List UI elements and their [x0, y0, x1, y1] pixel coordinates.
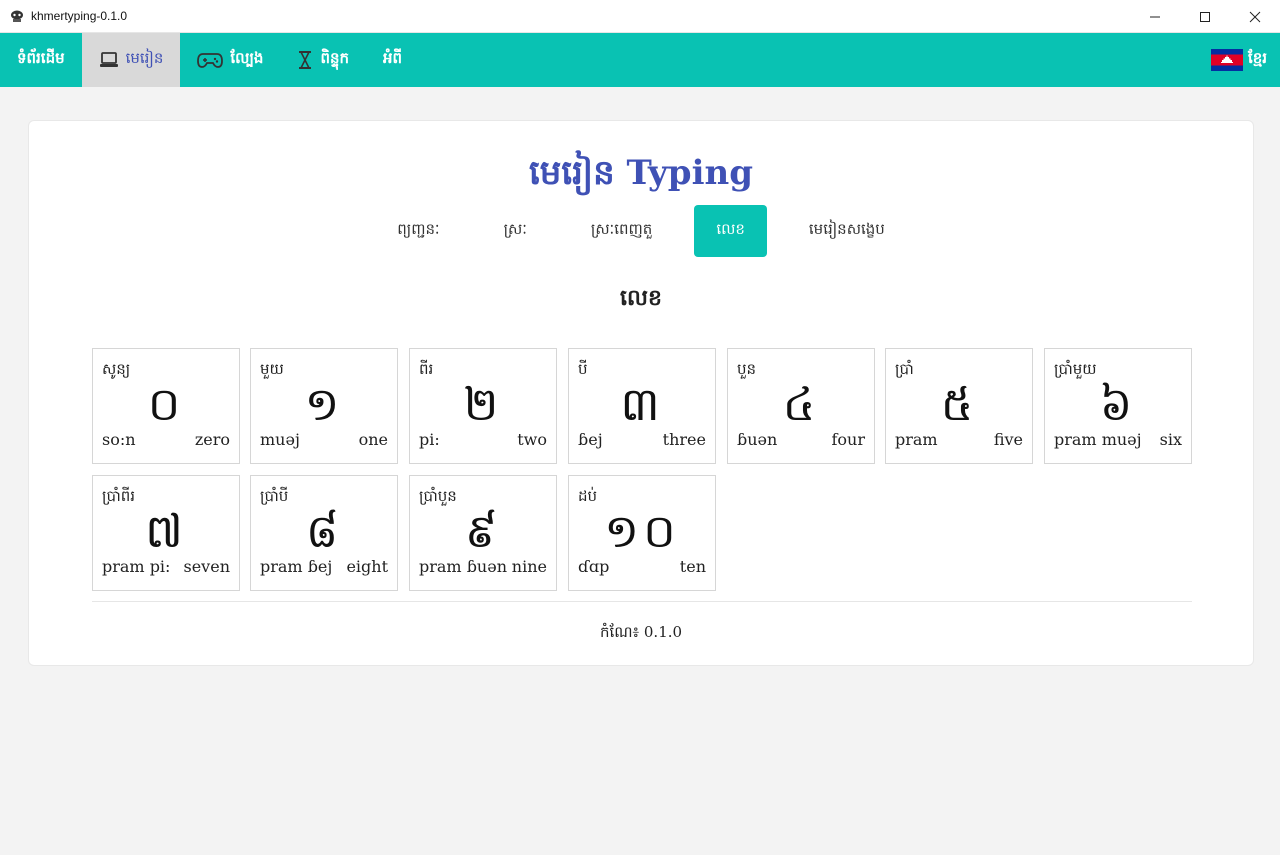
number-card[interactable]: បី ៣ ɓej three: [568, 348, 716, 464]
english-word: nine: [511, 557, 547, 576]
romanization: pram ɓej: [260, 557, 333, 576]
tab-numbers[interactable]: លេខ: [694, 205, 767, 257]
nav-item-home[interactable]: ទំព័រដើម: [0, 33, 82, 87]
english-word: zero: [194, 430, 230, 449]
romanization: ɗɑp: [578, 557, 610, 576]
window-titlebar: khmertyping-0.1.0: [0, 0, 1280, 33]
nav-item-about[interactable]: អំពី: [366, 33, 419, 87]
khmer-digit: ៩: [464, 504, 502, 558]
nav-item-label: ល្បែង: [230, 49, 264, 67]
khmer-digit: ១០: [604, 504, 680, 558]
nav-item-games[interactable]: ល្បែង: [180, 33, 280, 87]
close-icon: [1249, 11, 1261, 22]
tab-consonants[interactable]: ព្យញ្ជនៈ: [375, 205, 461, 257]
page-title: មេរៀន Typing: [528, 153, 753, 193]
number-card[interactable]: មួយ ១ muəj one: [250, 348, 398, 464]
romanization: ɓej: [578, 430, 603, 449]
khmer-digit: ០: [147, 377, 185, 431]
number-card[interactable]: ប្រាំមួយ ៦ pram muəj six: [1044, 348, 1192, 464]
number-card[interactable]: ពីរ ២ pi: two: [409, 348, 557, 464]
number-card[interactable]: ប្រាំបី ៨ pram ɓej eight: [250, 475, 398, 591]
english-word: five: [993, 430, 1023, 449]
english-word: four: [831, 430, 865, 449]
english-word: ten: [679, 557, 706, 576]
khmer-digit: ៣: [620, 377, 664, 431]
nav-item-label: មេរៀន: [125, 49, 164, 67]
main-navbar: ទំព័រដើម មេរៀន ល្បែង ពិន្ទុក អំពី ខ្មែរ: [0, 33, 1280, 87]
khmer-digit: ៥: [940, 377, 978, 431]
minimize-icon: [1150, 16, 1160, 17]
version-label: កំណែ៖ 0.1.0: [599, 623, 683, 641]
cambodia-flag-icon: [1210, 49, 1243, 71]
tab-independent-vowels[interactable]: ស្រៈពេញតួ: [569, 205, 674, 257]
khmer-digit: ៧: [145, 504, 187, 558]
english-word: three: [662, 430, 706, 449]
romanization: pram ɓuən: [419, 557, 508, 576]
nav-item-label: ពិន្ទុក: [320, 49, 350, 67]
romanization: pi:: [419, 430, 440, 449]
lesson-tabs: ព្យញ្ជនៈ ស្រៈ ស្រៈពេញតួ លេខ មេរៀនសង្ខេប: [29, 205, 1253, 257]
window-title: khmertyping-0.1.0: [31, 9, 128, 23]
language-label: ខ្មែរ: [1247, 49, 1267, 67]
lesson-card: មេរៀន Typing ព្យញ្ជនៈ ស្រៈ ស្រៈពេញតួ លេខ…: [28, 120, 1254, 666]
romanization: ɓuən: [737, 430, 778, 449]
app-logo-icon: [10, 9, 24, 23]
number-card[interactable]: ប្រាំបួន ៩ pram ɓuən nine: [409, 475, 557, 591]
minimize-button[interactable]: [1130, 0, 1180, 33]
nav-item-label: អំពី: [383, 49, 403, 67]
khmer-digit: ៤: [782, 377, 820, 431]
hourglass-icon: [297, 50, 313, 70]
number-card[interactable]: ប្រាំពីរ ៧ pram pi: seven: [92, 475, 240, 591]
laptop-icon: [99, 51, 119, 69]
language-switcher[interactable]: ខ្មែរ: [1210, 33, 1267, 87]
number-card[interactable]: ដប់ ១០ ɗɑp ten: [568, 475, 716, 591]
romanization: pram pi:: [102, 557, 171, 576]
romanization: so:n: [102, 430, 136, 449]
english-word: seven: [183, 557, 231, 576]
romanization: pram muəj: [1054, 430, 1142, 449]
nav-item-lessons[interactable]: មេរៀន: [81, 33, 181, 87]
section-title: លេខ: [620, 285, 662, 311]
english-word: two: [517, 430, 547, 449]
divider: [92, 601, 1192, 602]
khmer-digit: ៨: [305, 504, 343, 558]
close-button[interactable]: [1230, 0, 1280, 33]
romanization: pram: [895, 430, 938, 449]
english-word: eight: [346, 557, 388, 576]
khmer-digit: ១: [304, 377, 344, 431]
nav-item-scores[interactable]: ពិន្ទុក: [280, 33, 366, 87]
nav-item-label: ទំព័រដើម: [17, 49, 65, 67]
english-word: one: [358, 430, 388, 449]
number-card[interactable]: បួន ៤ ɓuən four: [727, 348, 875, 464]
tab-summary[interactable]: មេរៀនសង្ខេប: [787, 205, 907, 257]
english-word: six: [1159, 430, 1182, 449]
maximize-button[interactable]: [1180, 0, 1230, 33]
romanization: muəj: [260, 430, 300, 449]
tab-vowels[interactable]: ស្រៈ: [482, 205, 549, 257]
khmer-digit: ២: [463, 377, 503, 431]
number-card[interactable]: សូន្យ ០ so:n zero: [92, 348, 240, 464]
maximize-icon: [1200, 11, 1210, 22]
gamepad-icon: [197, 51, 224, 69]
number-card[interactable]: ប្រាំ ៥ pram five: [885, 348, 1033, 464]
khmer-digit: ៦: [1099, 377, 1137, 431]
